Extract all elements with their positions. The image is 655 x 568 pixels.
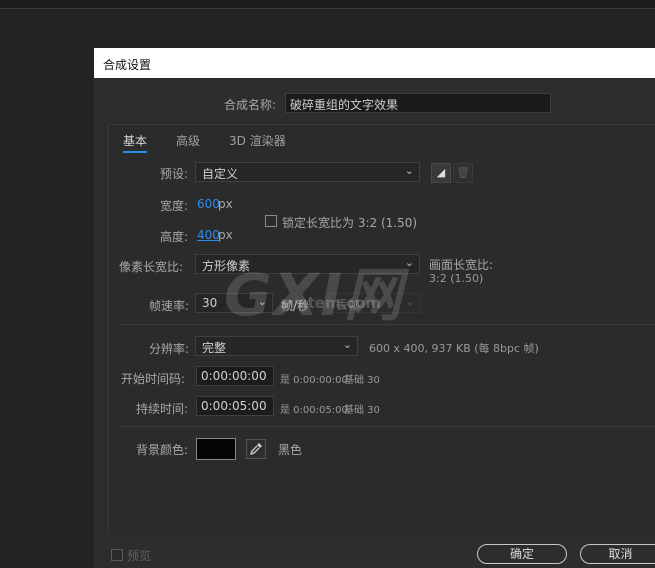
chevron-down-icon: ⌄ bbox=[342, 338, 352, 351]
tab-3d-renderer[interactable]: 3D 渲染器 bbox=[229, 132, 286, 149]
tab-basic[interactable]: 基本 bbox=[123, 132, 148, 153]
preset-label: 预设: bbox=[160, 167, 189, 181]
preview-checkbox[interactable] bbox=[111, 549, 123, 561]
width-label: 宽度: bbox=[160, 199, 189, 213]
duration-base: 基础 30 bbox=[344, 405, 380, 416]
start-timecode-label: 开始时间码: bbox=[121, 372, 186, 386]
preset-value: 自定义 bbox=[202, 167, 239, 181]
preview-label: 预览 bbox=[127, 549, 152, 563]
section-divider bbox=[120, 426, 655, 427]
composition-settings-dialog: 合成设置 合成名称: 破碎重组的文字效果 基本 高级 3D 渲染器 预设: 自定… bbox=[94, 48, 655, 568]
ok-button[interactable]: 确定 bbox=[477, 544, 567, 564]
chevron-down-icon: ⌄ bbox=[404, 256, 414, 269]
composition-name-input[interactable]: 破碎重组的文字效果 bbox=[285, 93, 551, 113]
lock-aspect-checkbox[interactable] bbox=[265, 215, 277, 227]
frame-rate-label: 帧速率: bbox=[149, 299, 190, 313]
site-watermark-logo: GXI网 bbox=[224, 261, 404, 329]
duration-label: 持续时间: bbox=[136, 402, 189, 416]
resolution-dropdown[interactable]: 完整 ⌄ bbox=[195, 336, 358, 356]
resolution-value: 完整 bbox=[202, 341, 227, 355]
composition-name-label: 合成名称: bbox=[224, 98, 277, 112]
duration-input[interactable]: 0:00:05:00 bbox=[196, 396, 274, 416]
chevron-down-icon: ⌄ bbox=[404, 164, 414, 177]
cancel-button[interactable]: 取消 bbox=[580, 544, 655, 564]
height-value[interactable]: 400 bbox=[197, 228, 220, 242]
height-unit: px bbox=[218, 228, 233, 242]
resolution-info: 600 x 400, 937 KB (每 8bpc 帧) bbox=[369, 342, 539, 355]
background-window-edge bbox=[0, 0, 655, 9]
delete-preset-icon[interactable]: 🗑 bbox=[453, 163, 473, 183]
frame-rate-value: 30 bbox=[202, 296, 218, 310]
resolution-label: 分辨率: bbox=[149, 342, 190, 356]
save-preset-icon[interactable]: ◢ bbox=[431, 163, 451, 183]
pixel-aspect-label: 像素长宽比: bbox=[119, 260, 184, 274]
site-watermark-url: system.com bbox=[280, 294, 382, 312]
chevron-down-icon: ⌄ bbox=[405, 295, 415, 308]
background-color-label: 背景颜色: bbox=[136, 443, 189, 457]
start-timecode-base: 基础 30 bbox=[344, 375, 380, 386]
tab-advanced[interactable]: 高级 bbox=[176, 132, 200, 149]
lock-aspect-label: 锁定长宽比为 3:2 (1.50) bbox=[282, 216, 418, 230]
start-timecode-input[interactable]: 0:00:00:00 bbox=[196, 366, 274, 386]
frame-aspect-value: 3:2 (1.50) bbox=[429, 272, 484, 285]
preset-dropdown[interactable]: 自定义 ⌄ bbox=[195, 162, 420, 182]
width-value[interactable]: 600 bbox=[197, 197, 220, 211]
width-unit: px bbox=[218, 197, 233, 211]
start-timecode-equals: 是 0:00:00:00 bbox=[280, 375, 348, 386]
height-label: 高度: bbox=[160, 230, 189, 244]
duration-equals: 是 0:00:05:00 bbox=[280, 405, 348, 416]
background-color-swatch[interactable] bbox=[196, 438, 236, 460]
background-color-name: 黑色 bbox=[278, 443, 303, 457]
frame-aspect-label: 画面长宽比: bbox=[429, 258, 494, 272]
dialog-titlebar: 合成设置 bbox=[94, 48, 655, 78]
dialog-title: 合成设置 bbox=[103, 58, 152, 72]
eyedropper-icon[interactable] bbox=[246, 439, 266, 459]
